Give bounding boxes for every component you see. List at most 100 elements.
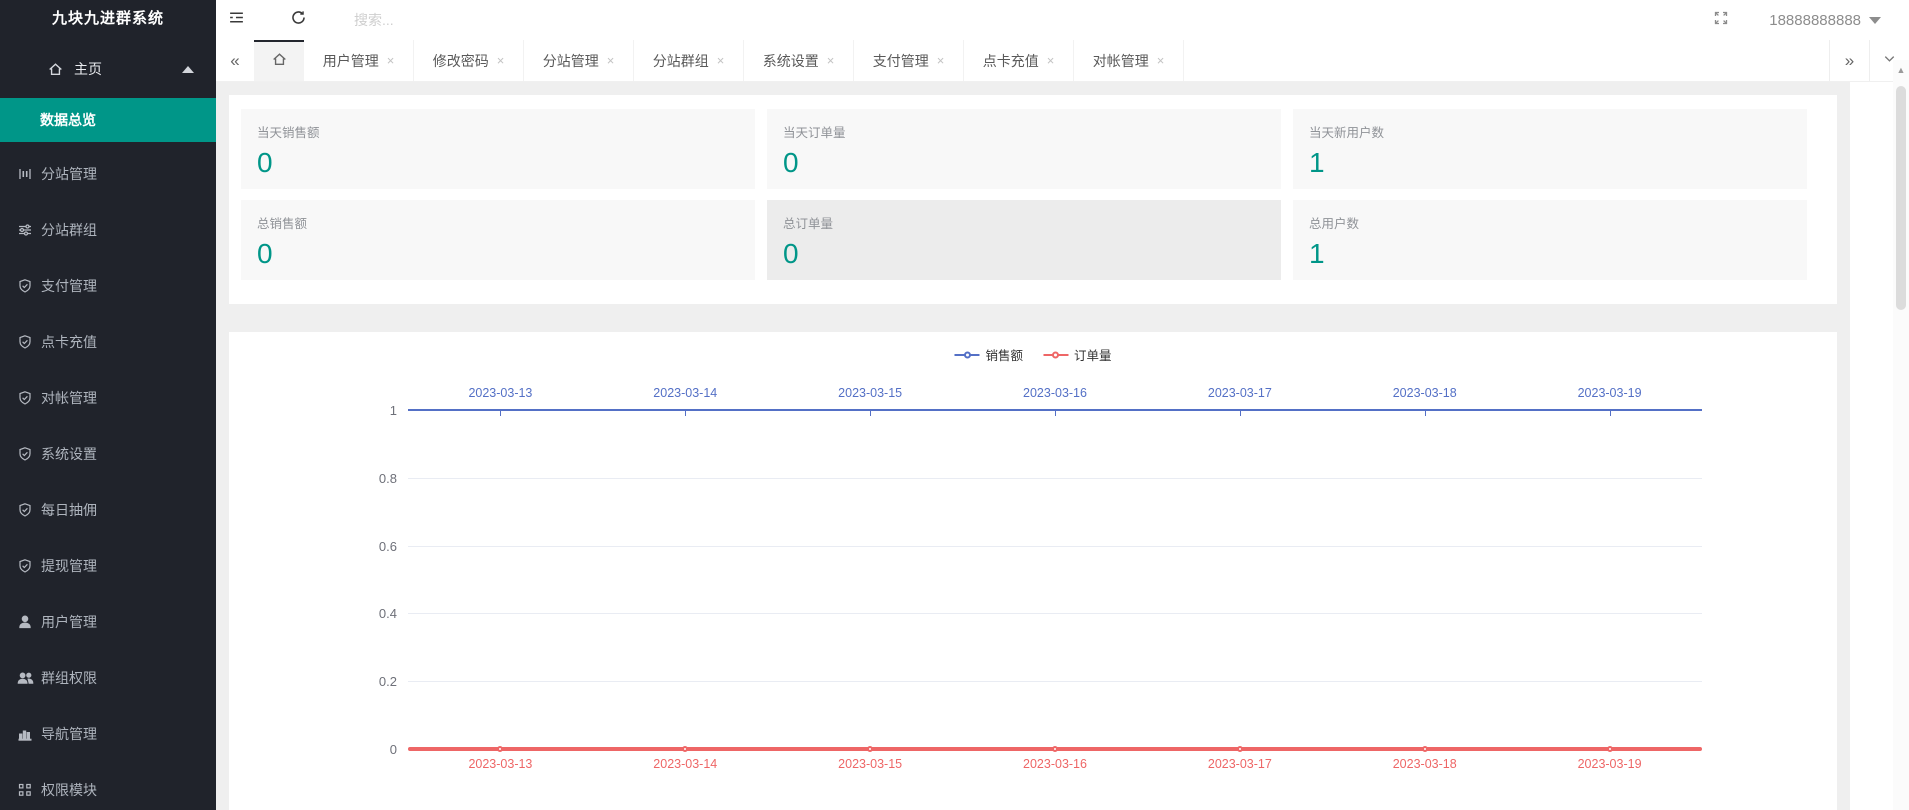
sidebar-item[interactable]: 系统设置 <box>0 426 216 482</box>
user-account-dropdown[interactable]: 18888888888 <box>1769 12 1881 29</box>
close-icon[interactable]: × <box>937 53 945 68</box>
sidebar-item[interactable]: 对帐管理 <box>0 370 216 426</box>
tab[interactable]: 点卡充值 × <box>964 40 1074 81</box>
x-axis-top-tick <box>1424 411 1426 416</box>
fullscreen-icon <box>1713 10 1729 31</box>
chart-legend: 销售额 订单量 <box>954 345 1112 364</box>
y-axis-label: 0.6 <box>378 538 397 554</box>
close-icon[interactable]: × <box>1047 53 1055 68</box>
x-axis-top-label: 2023-03-14 <box>653 386 718 400</box>
x-axis-top-tick <box>870 411 872 416</box>
tab[interactable]: 分站群组 × <box>634 40 744 81</box>
close-icon[interactable]: × <box>497 53 505 68</box>
data-point-marker <box>1236 746 1243 752</box>
y-axis-label: 0 <box>389 742 397 757</box>
stat-value: 1 <box>1309 238 1325 269</box>
gridline <box>408 681 1702 683</box>
x-axis-top-tick <box>500 411 502 416</box>
double-chevron-left-icon: « <box>230 50 240 70</box>
sidebar-home-label: 主页 <box>74 61 102 77</box>
sidebar-item-active[interactable]: 数据总览 <box>0 98 216 142</box>
sidebar-item[interactable]: 导航管理 <box>0 706 216 762</box>
scroll-up-arrow-icon[interactable]: ▲ <box>1893 60 1909 75</box>
y-axis-label: 1 <box>389 403 397 418</box>
double-chevron-right-icon: » <box>1844 50 1855 70</box>
shield-check-icon <box>16 502 34 518</box>
tab-label: 系统设置 <box>762 52 819 69</box>
tab[interactable]: 分站管理 × <box>524 40 634 81</box>
x-axis-top-tick <box>1239 411 1241 416</box>
data-point-marker <box>497 746 504 752</box>
x-axis-bottom-label: 2023-03-18 <box>1392 757 1457 771</box>
x-axis-bottom-label: 2023-03-17 <box>1207 757 1272 771</box>
sidebar-item-home[interactable]: 主页 <box>0 48 216 90</box>
tab-label: 修改密码 <box>432 52 489 69</box>
tab[interactable]: 系统设置 × <box>744 40 854 81</box>
tab-bar: « 用户管理 × 修改密码 × 分站管理 × 分站群组 × 系统设置 × 支付管理 × 点卡充值 × 对帐管… <box>216 40 1909 82</box>
vertical-scrollbar[interactable]: ▲ <box>1893 60 1909 810</box>
sidebar-item[interactable]: 分站管理 <box>0 146 216 202</box>
grid-icon <box>16 782 34 798</box>
app-title: 九块九进群系统 <box>51 10 164 27</box>
gridline <box>408 613 1702 615</box>
refresh-button[interactable] <box>278 0 318 40</box>
legend-item[interactable]: 订单量 <box>1043 345 1112 364</box>
sidebar-item[interactable]: 群组权限 <box>0 650 216 706</box>
users-icon <box>16 670 34 686</box>
sidebar-item[interactable]: 分站群组 <box>0 202 216 258</box>
stat-label: 总订单量 <box>783 217 834 231</box>
tab-label: 对帐管理 <box>1092 52 1149 69</box>
sidebar-item[interactable]: 用户管理 <box>0 594 216 650</box>
x-axis-top-label: 2023-03-19 <box>1577 386 1642 400</box>
close-icon[interactable]: × <box>387 53 395 68</box>
sidebar-item-label: 每日抽佣 <box>41 502 97 518</box>
sidebar-item[interactable]: 提现管理 <box>0 538 216 594</box>
close-icon[interactable]: × <box>717 53 725 68</box>
stat-card: 当天销售额 0 <box>241 109 755 189</box>
x-axis-top-label: 2023-03-15 <box>838 386 903 400</box>
tab[interactable]: 支付管理 × <box>854 40 964 81</box>
stat-label: 当天销售额 <box>257 126 320 140</box>
sidebar-item[interactable]: 点卡充值 <box>0 314 216 370</box>
sidebar-item[interactable]: 支付管理 <box>0 258 216 314</box>
scrollbar-thumb[interactable] <box>1896 86 1906 310</box>
caret-down-icon <box>1869 16 1881 24</box>
y-axis-label: 0.4 <box>378 606 397 622</box>
stat-label: 总销售额 <box>257 217 308 231</box>
shield-check-icon <box>16 390 34 406</box>
close-icon[interactable]: × <box>1157 53 1165 68</box>
x-axis-bottom-label: 2023-03-16 <box>1023 757 1087 771</box>
x-axis-top-tick <box>685 411 687 416</box>
x-axis-bottom-label: 2023-03-14 <box>653 757 718 771</box>
tab[interactable]: 对帐管理 × <box>1074 40 1184 81</box>
stat-card: 总订单量 0 <box>767 200 1281 280</box>
x-axis-bottom-label: 2023-03-13 <box>468 757 533 771</box>
tab[interactable]: 修改密码 × <box>414 40 524 81</box>
sidebar-item[interactable]: 权限模块 <box>0 762 216 810</box>
search-input[interactable] <box>354 12 574 28</box>
sidebar-item[interactable]: 每日抽佣 <box>0 482 216 538</box>
top-header: 18888888888 <box>216 0 1909 40</box>
stat-value: 0 <box>783 238 799 269</box>
x-axis-top-label: 2023-03-18 <box>1392 386 1457 400</box>
collapse-sidebar-button[interactable] <box>216 0 256 40</box>
stat-card: 当天订单量 0 <box>767 109 1281 189</box>
x-axis-top-label: 2023-03-17 <box>1207 386 1272 400</box>
shield-check-icon <box>16 558 34 574</box>
tabs-scroll-left-button[interactable]: « <box>216 40 254 81</box>
sidebar-menu: 分站管理 分站群组 支付管理 点卡充值 对帐管理 系统设置每日抽佣提现管理 用户管理 群组权限… <box>0 146 216 810</box>
legend-item[interactable]: 销售额 <box>954 345 1023 364</box>
fullscreen-button[interactable] <box>1701 0 1741 40</box>
data-point-marker <box>682 746 689 752</box>
tab[interactable]: 用户管理 × <box>304 40 414 81</box>
y-axis-label: 0.8 <box>378 470 397 486</box>
legend-line-marker-icon <box>1043 351 1068 358</box>
tab-home[interactable] <box>254 40 304 81</box>
stat-value: 0 <box>257 238 273 269</box>
tabs-scroll-right-button[interactable]: » <box>1829 40 1869 81</box>
close-icon[interactable]: × <box>827 53 835 68</box>
data-point-marker <box>867 746 874 752</box>
collapse-icon <box>228 9 245 31</box>
close-icon[interactable]: × <box>607 53 615 68</box>
legend-line-marker-icon <box>954 351 980 358</box>
